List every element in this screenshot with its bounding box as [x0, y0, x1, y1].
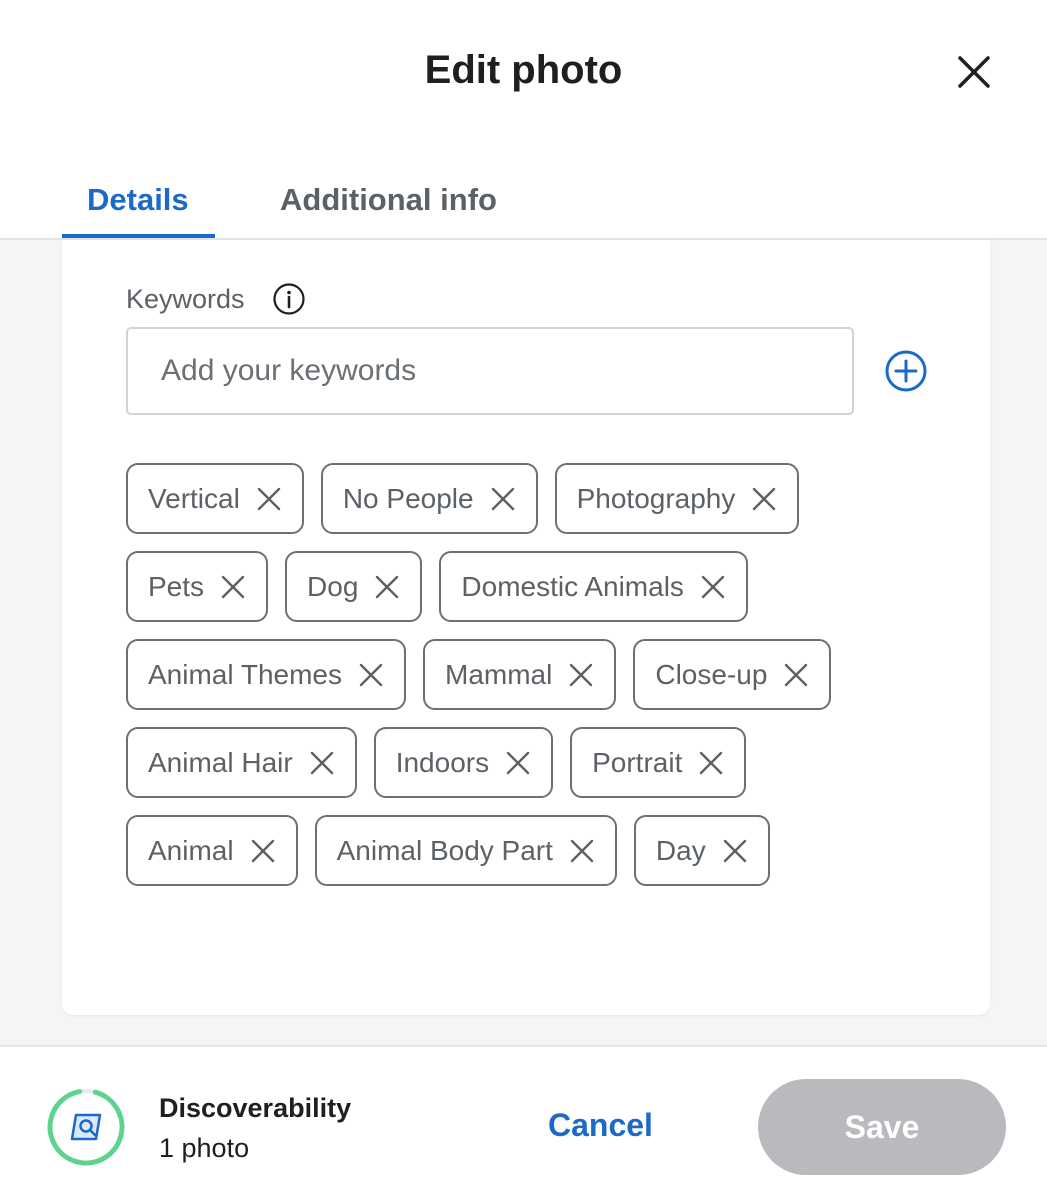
keyword-chip: Dog: [285, 551, 423, 622]
chip-remove-icon[interactable]: [358, 662, 384, 688]
keyword-chip: Indoors: [373, 727, 554, 798]
photo-count: 1 photo: [159, 1133, 250, 1163]
keyword-chip-list: Vertical No People Photography Pets Dog Domes…: [126, 463, 906, 886]
keywords-input[interactable]: [126, 327, 854, 415]
tab-additional-info[interactable]: Additional info: [280, 182, 497, 218]
discoverability-title: Discoverability: [159, 1093, 352, 1123]
keyword-chip: Animal Hair: [126, 727, 357, 798]
chip-remove-icon[interactable]: [568, 662, 594, 688]
keyword-chip: Pets: [126, 551, 269, 622]
keyword-chip: Mammal: [423, 639, 617, 710]
chip-remove-icon[interactable]: [783, 662, 809, 688]
save-button[interactable]: Save: [758, 1079, 1006, 1175]
chip-remove-icon[interactable]: [505, 750, 531, 776]
info-icon[interactable]: [272, 282, 306, 316]
chip-remove-icon[interactable]: [700, 574, 726, 600]
keyword-chip-label: Animal Themes: [148, 658, 343, 690]
keyword-chip-label: Pets: [148, 570, 205, 602]
chip-remove-icon[interactable]: [374, 574, 400, 600]
discoverability-progress: [46, 1087, 126, 1167]
keyword-chip: Domestic Animals: [439, 551, 748, 622]
keywords-card: Keywords Vertical No People Photography Pet…: [62, 240, 990, 1015]
keyword-chip-label: Domestic Animals: [461, 570, 684, 602]
keyword-chip-label: Photography: [576, 482, 736, 514]
keyword-chip-label: Close-up: [655, 658, 768, 690]
keyword-chip: Day: [633, 815, 770, 886]
keyword-chip-label: Dog: [307, 570, 359, 602]
chip-remove-icon[interactable]: [569, 838, 595, 864]
chip-remove-icon[interactable]: [309, 750, 335, 776]
dialog-header: Edit photo Details Additional info: [0, 0, 1047, 240]
keyword-chip-label: Day: [655, 834, 706, 866]
chip-remove-icon[interactable]: [490, 486, 516, 512]
keyword-chip-label: Indoors: [395, 746, 490, 778]
tab-details[interactable]: Details: [87, 182, 189, 218]
keyword-chip-label: Animal Body Part: [336, 834, 553, 866]
cancel-button[interactable]: Cancel: [548, 1107, 653, 1144]
dialog-footer: Discoverability 1 photo Cancel Save: [0, 1045, 1047, 1197]
keyword-chip: Close-up: [633, 639, 832, 710]
keyword-chip: Vertical: [126, 463, 304, 534]
chip-remove-icon[interactable]: [751, 486, 777, 512]
chip-remove-icon[interactable]: [698, 750, 724, 776]
keyword-chip: Animal: [126, 815, 298, 886]
keyword-chip-label: No People: [342, 482, 474, 514]
keyword-chip: Animal Body Part: [314, 815, 617, 886]
keyword-chip-label: Animal Hair: [148, 746, 293, 778]
keyword-chip-label: Portrait: [592, 746, 683, 778]
chip-remove-icon[interactable]: [256, 486, 282, 512]
add-circle-icon[interactable]: [884, 349, 928, 393]
discoverability-icon: [70, 1113, 102, 1141]
keyword-chip-label: Animal: [148, 834, 234, 866]
chip-remove-icon[interactable]: [250, 838, 276, 864]
keyword-chip: No People: [320, 463, 538, 534]
keyword-chip: Photography: [554, 463, 800, 534]
close-icon[interactable]: [950, 48, 998, 96]
keyword-chip-label: Vertical: [148, 482, 240, 514]
tab-bar: Details Additional info: [0, 170, 1047, 240]
keyword-chip: Portrait: [570, 727, 747, 798]
keyword-chip-label: Mammal: [445, 658, 553, 690]
keywords-label: Keywords: [126, 284, 245, 314]
dialog-title: Edit photo: [424, 48, 623, 92]
chip-remove-icon[interactable]: [722, 838, 748, 864]
chip-remove-icon[interactable]: [220, 574, 246, 600]
keyword-chip: Animal Themes: [126, 639, 407, 710]
